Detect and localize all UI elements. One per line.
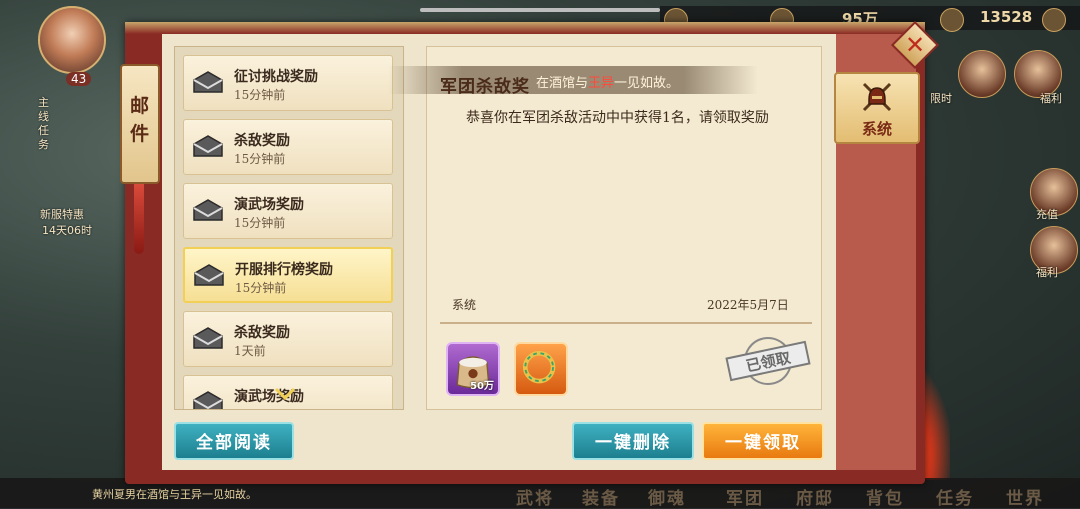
mail-item-title: 征讨挑战奖励 — [234, 69, 318, 85]
reward-slot-1[interactable]: 50万 — [446, 342, 500, 396]
mail-tab-label: 邮件 — [130, 95, 150, 145]
mail-envelope-icon — [193, 135, 223, 157]
reward-slot-2[interactable] — [514, 342, 568, 396]
mail-date: 2022年5月7日 — [707, 298, 789, 312]
mail-list-item[interactable]: 开服排行榜奖励 15分钟前 — [183, 247, 393, 303]
mail-sender: 系统 — [452, 298, 477, 312]
hero-avatar[interactable] — [38, 6, 106, 74]
scroll-notice-suffix: 一见如故。 — [614, 76, 680, 91]
tassel-decoration — [134, 184, 144, 254]
right-label-limited: 限时 — [930, 92, 952, 105]
reward-qty-1: 50万 — [470, 381, 494, 392]
claim-all-button[interactable]: 一键领取 — [702, 422, 824, 460]
mail-envelope-icon — [193, 327, 223, 349]
nav-legion[interactable]: 军团 — [726, 484, 764, 509]
world-chat-line[interactable]: 黄州夏男在酒馆与王异一见如故。 — [92, 486, 257, 502]
right-label-welfare-2: 福利 — [1036, 266, 1058, 279]
mail-detail-title: 军团杀敌奖 — [440, 77, 530, 97]
mail-item-time: 15分钟前 — [235, 281, 287, 295]
nav-mansion[interactable]: 府邸 — [796, 484, 834, 509]
right-label-welfare: 福利 — [1040, 92, 1062, 105]
mail-item-time: 1天前 — [234, 344, 266, 358]
mail-item-time: 15分钟前 — [234, 152, 286, 166]
mail-item-title: 杀敌奖励 — [234, 325, 290, 341]
mail-item-title: 开服排行榜奖励 — [235, 262, 333, 278]
scroll-down-icon[interactable] — [274, 386, 296, 402]
mail-list-item[interactable]: 杀敌奖励 15分钟前 — [183, 119, 393, 175]
tab-system-label: 系统 — [862, 120, 893, 138]
mail-envelope-icon — [193, 71, 223, 93]
mail-list-item[interactable]: 征讨挑战奖励 15分钟前 — [183, 55, 393, 111]
nav-tasks[interactable]: 任务 — [936, 484, 974, 509]
main-quest-label[interactable]: 主线任务 — [38, 96, 52, 152]
mail-item-title: 杀敌奖励 — [234, 133, 290, 149]
nav-generals[interactable]: 武将 — [516, 484, 554, 509]
nav-bag[interactable]: 背包 — [866, 484, 904, 509]
mail-list-item[interactable]: 演武场奖励 15分钟前 — [183, 183, 393, 239]
scroll-notice-name: 王异 — [588, 76, 615, 91]
helmet-icon — [862, 82, 892, 112]
panel-top-trim — [125, 22, 925, 34]
mail-item-time: 15分钟前 — [234, 88, 286, 102]
mail-list-item[interactable]: 杀敌奖励 1天前 — [183, 311, 393, 367]
read-all-button[interactable]: 全部阅读 — [174, 422, 294, 460]
close-icon[interactable]: ✕ — [905, 30, 925, 60]
add-resource-icon[interactable] — [1042, 8, 1066, 32]
nav-equipment[interactable]: 装备 — [582, 484, 620, 509]
mail-list[interactable]: 征讨挑战奖励 15分钟前 杀敌奖励 15分钟前 演武场奖励 15分钟前 开服排行榜奖励 15分… — [174, 46, 404, 410]
scroll-notice-prefix: 在酒馆与 — [536, 76, 589, 91]
scroll-notice-text: 在酒馆与王异一见如故。 — [536, 72, 679, 91]
mail-body-text: 恭喜你在军团杀敌活动中中获得1名，请领取奖励 — [466, 110, 769, 126]
jade-ring-icon — [522, 350, 556, 384]
mail-envelope-icon — [193, 391, 223, 409]
new-server-offer-label[interactable]: 新服特惠 — [40, 206, 84, 222]
event-avatar-1[interactable] — [958, 50, 1006, 98]
mail-item-time: 15分钟前 — [234, 216, 286, 230]
ingot-icon — [940, 8, 964, 32]
mail-envelope-icon — [193, 199, 223, 221]
right-label-recharge: 充值 — [1036, 208, 1058, 221]
mail-item-title: 演武场奖励 — [234, 197, 304, 213]
nav-world[interactable]: 世界 — [1006, 484, 1044, 509]
nav-souls[interactable]: 御魂 — [648, 484, 686, 509]
hero-level: 43 — [66, 72, 92, 86]
mail-envelope-icon — [194, 264, 224, 286]
resource-gold: 13528 — [980, 8, 1033, 26]
divider — [440, 322, 812, 324]
offer-timer: 14天06时 — [42, 224, 92, 237]
home-indicator — [420, 8, 660, 12]
delete-all-button[interactable]: 一键删除 — [572, 422, 694, 460]
